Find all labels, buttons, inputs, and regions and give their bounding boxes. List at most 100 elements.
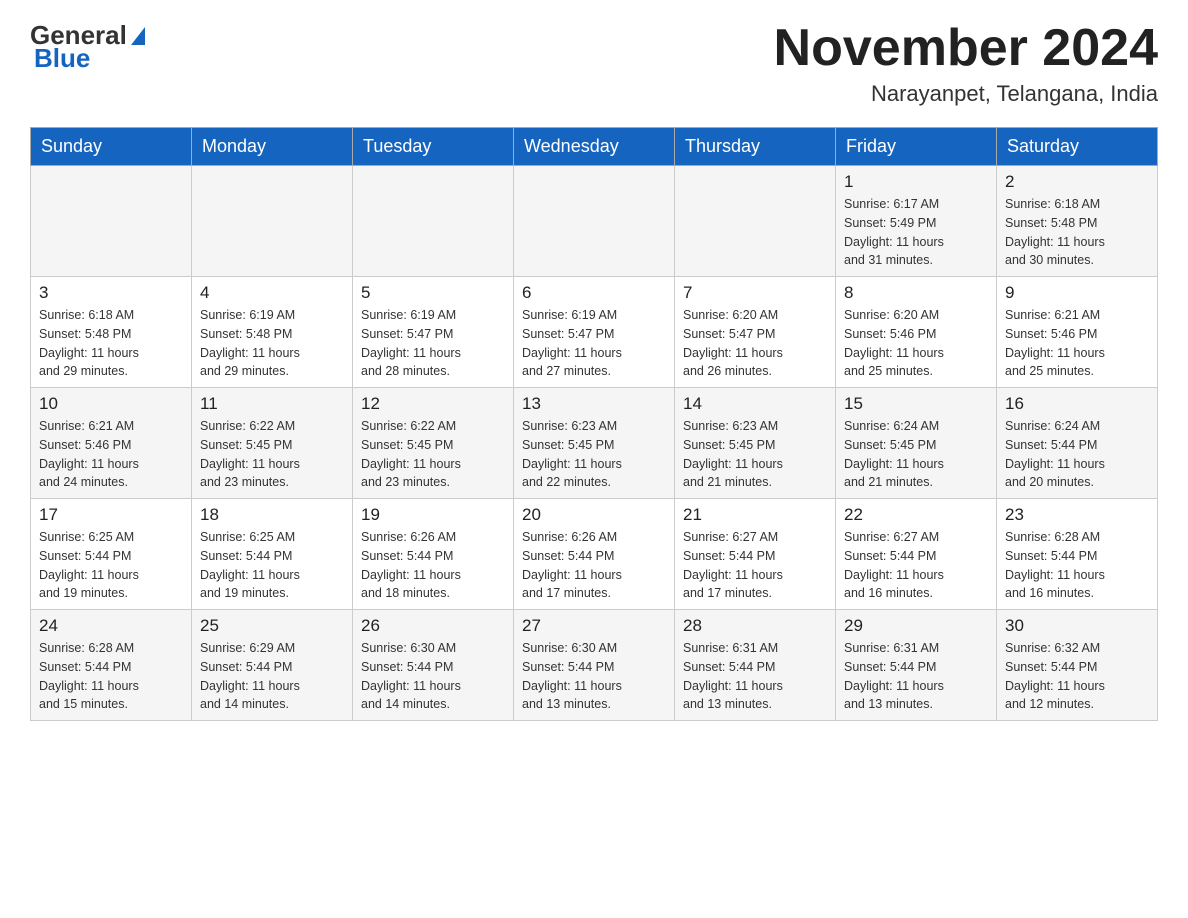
calendar-cell (192, 166, 353, 277)
calendar-header-row: SundayMondayTuesdayWednesdayThursdayFrid… (31, 128, 1158, 166)
calendar-cell: 15 Sunrise: 6:24 AM Sunset: 5:45 PM Dayli… (836, 388, 997, 499)
day-number: 10 (39, 394, 183, 414)
weekday-header-sunday: Sunday (31, 128, 192, 166)
calendar-cell: 13Sunrise: 6:23 AM Sunset: 5:45 PM Dayli… (514, 388, 675, 499)
day-number: 13 (522, 394, 666, 414)
calendar-cell: 20 Sunrise: 6:26 AM Sunset: 5:44 PM Dayli… (514, 499, 675, 610)
day-info: Sunrise: 6:28 AM Sunset: 5:44 PM Dayligh… (39, 639, 183, 714)
calendar-cell: 4 Sunrise: 6:19 AM Sunset: 5:48 PM Daylig… (192, 277, 353, 388)
day-info: Sunrise: 6:19 AM Sunset: 5:47 PM Dayligh… (522, 306, 666, 381)
day-info: Sunrise: 6:19 AM Sunset: 5:47 PM Dayligh… (361, 306, 505, 381)
logo: General Blue (30, 20, 145, 74)
day-number: 28 (683, 616, 827, 636)
day-number: 15 (844, 394, 988, 414)
calendar-week-row: 17 Sunrise: 6:25 AM Sunset: 5:44 PM Dayli… (31, 499, 1158, 610)
calendar-cell: 7 Sunrise: 6:20 AM Sunset: 5:47 PM Daylig… (675, 277, 836, 388)
calendar-cell: 24 Sunrise: 6:28 AM Sunset: 5:44 PM Dayli… (31, 610, 192, 721)
calendar-cell: 9 Sunrise: 6:21 AM Sunset: 5:46 PM Daylig… (997, 277, 1158, 388)
day-number: 14 (683, 394, 827, 414)
day-number: 26 (361, 616, 505, 636)
day-number: 17 (39, 505, 183, 525)
day-info: Sunrise: 6:17 AM Sunset: 5:49 PM Dayligh… (844, 195, 988, 270)
calendar-cell: 21 Sunrise: 6:27 AM Sunset: 5:44 PM Dayli… (675, 499, 836, 610)
day-number: 27 (522, 616, 666, 636)
month-title: November 2024 (774, 20, 1158, 77)
day-number: 7 (683, 283, 827, 303)
day-info: Sunrise: 6:25 AM Sunset: 5:44 PM Dayligh… (39, 528, 183, 603)
day-number: 4 (200, 283, 344, 303)
day-info: Sunrise: 6:19 AM Sunset: 5:48 PM Dayligh… (200, 306, 344, 381)
weekday-header-thursday: Thursday (675, 128, 836, 166)
calendar-cell: 3Sunrise: 6:18 AM Sunset: 5:48 PM Daylig… (31, 277, 192, 388)
day-number: 11 (200, 394, 344, 414)
day-info: Sunrise: 6:26 AM Sunset: 5:44 PM Dayligh… (522, 528, 666, 603)
calendar-cell: 22 Sunrise: 6:27 AM Sunset: 5:44 PM Dayli… (836, 499, 997, 610)
day-number: 24 (39, 616, 183, 636)
day-number: 19 (361, 505, 505, 525)
day-info: Sunrise: 6:22 AM Sunset: 5:45 PM Dayligh… (200, 417, 344, 492)
day-number: 29 (844, 616, 988, 636)
calendar-cell: 8 Sunrise: 6:20 AM Sunset: 5:46 PM Daylig… (836, 277, 997, 388)
day-number: 20 (522, 505, 666, 525)
calendar-cell: 25Sunrise: 6:29 AM Sunset: 5:44 PM Dayli… (192, 610, 353, 721)
day-info: Sunrise: 6:27 AM Sunset: 5:44 PM Dayligh… (683, 528, 827, 603)
calendar-cell (514, 166, 675, 277)
day-info: Sunrise: 6:20 AM Sunset: 5:47 PM Dayligh… (683, 306, 827, 381)
day-number: 23 (1005, 505, 1149, 525)
calendar-cell: 1 Sunrise: 6:17 AM Sunset: 5:49 PM Daylig… (836, 166, 997, 277)
day-number: 22 (844, 505, 988, 525)
day-info: Sunrise: 6:21 AM Sunset: 5:46 PM Dayligh… (1005, 306, 1149, 381)
day-number: 25 (200, 616, 344, 636)
day-info: Sunrise: 6:28 AM Sunset: 5:44 PM Dayligh… (1005, 528, 1149, 603)
calendar-cell: 30 Sunrise: 6:32 AM Sunset: 5:44 PM Dayli… (997, 610, 1158, 721)
calendar-week-row: 10Sunrise: 6:21 AM Sunset: 5:46 PM Dayli… (31, 388, 1158, 499)
calendar-week-row: 24 Sunrise: 6:28 AM Sunset: 5:44 PM Dayli… (31, 610, 1158, 721)
day-info: Sunrise: 6:31 AM Sunset: 5:44 PM Dayligh… (683, 639, 827, 714)
day-number: 1 (844, 172, 988, 192)
day-info: Sunrise: 6:18 AM Sunset: 5:48 PM Dayligh… (39, 306, 183, 381)
weekday-header-monday: Monday (192, 128, 353, 166)
day-number: 8 (844, 283, 988, 303)
calendar-cell: 19 Sunrise: 6:26 AM Sunset: 5:44 PM Dayli… (353, 499, 514, 610)
day-number: 12 (361, 394, 505, 414)
weekday-header-tuesday: Tuesday (353, 128, 514, 166)
location-title: Narayanpet, Telangana, India (774, 81, 1158, 107)
day-info: Sunrise: 6:31 AM Sunset: 5:44 PM Dayligh… (844, 639, 988, 714)
calendar-cell: 6 Sunrise: 6:19 AM Sunset: 5:47 PM Daylig… (514, 277, 675, 388)
calendar-cell: 17 Sunrise: 6:25 AM Sunset: 5:44 PM Dayli… (31, 499, 192, 610)
day-number: 21 (683, 505, 827, 525)
calendar-cell: 29 Sunrise: 6:31 AM Sunset: 5:44 PM Dayli… (836, 610, 997, 721)
weekday-header-saturday: Saturday (997, 128, 1158, 166)
title-section: November 2024 Narayanpet, Telangana, Ind… (774, 20, 1158, 107)
day-info: Sunrise: 6:30 AM Sunset: 5:44 PM Dayligh… (361, 639, 505, 714)
calendar-cell: 18 Sunrise: 6:25 AM Sunset: 5:44 PM Dayli… (192, 499, 353, 610)
calendar-cell (31, 166, 192, 277)
day-number: 6 (522, 283, 666, 303)
day-info: Sunrise: 6:20 AM Sunset: 5:46 PM Dayligh… (844, 306, 988, 381)
day-info: Sunrise: 6:25 AM Sunset: 5:44 PM Dayligh… (200, 528, 344, 603)
calendar-cell (353, 166, 514, 277)
day-number: 18 (200, 505, 344, 525)
calendar-cell: 14Sunrise: 6:23 AM Sunset: 5:45 PM Dayli… (675, 388, 836, 499)
day-info: Sunrise: 6:18 AM Sunset: 5:48 PM Dayligh… (1005, 195, 1149, 270)
day-info: Sunrise: 6:24 AM Sunset: 5:45 PM Dayligh… (844, 417, 988, 492)
calendar-cell: 23 Sunrise: 6:28 AM Sunset: 5:44 PM Dayli… (997, 499, 1158, 610)
calendar-week-row: 3Sunrise: 6:18 AM Sunset: 5:48 PM Daylig… (31, 277, 1158, 388)
day-number: 9 (1005, 283, 1149, 303)
calendar-cell: 12 Sunrise: 6:22 AM Sunset: 5:45 PM Dayli… (353, 388, 514, 499)
day-info: Sunrise: 6:26 AM Sunset: 5:44 PM Dayligh… (361, 528, 505, 603)
calendar-cell: 27 Sunrise: 6:30 AM Sunset: 5:44 PM Dayli… (514, 610, 675, 721)
day-info: Sunrise: 6:22 AM Sunset: 5:45 PM Dayligh… (361, 417, 505, 492)
day-number: 5 (361, 283, 505, 303)
day-info: Sunrise: 6:32 AM Sunset: 5:44 PM Dayligh… (1005, 639, 1149, 714)
weekday-header-wednesday: Wednesday (514, 128, 675, 166)
day-number: 16 (1005, 394, 1149, 414)
logo-blue-text: Blue (34, 43, 90, 74)
calendar-cell: 26 Sunrise: 6:30 AM Sunset: 5:44 PM Dayli… (353, 610, 514, 721)
calendar-cell: 2Sunrise: 6:18 AM Sunset: 5:48 PM Daylig… (997, 166, 1158, 277)
calendar-cell (675, 166, 836, 277)
day-info: Sunrise: 6:30 AM Sunset: 5:44 PM Dayligh… (522, 639, 666, 714)
day-number: 30 (1005, 616, 1149, 636)
day-info: Sunrise: 6:27 AM Sunset: 5:44 PM Dayligh… (844, 528, 988, 603)
calendar-cell: 11 Sunrise: 6:22 AM Sunset: 5:45 PM Dayli… (192, 388, 353, 499)
